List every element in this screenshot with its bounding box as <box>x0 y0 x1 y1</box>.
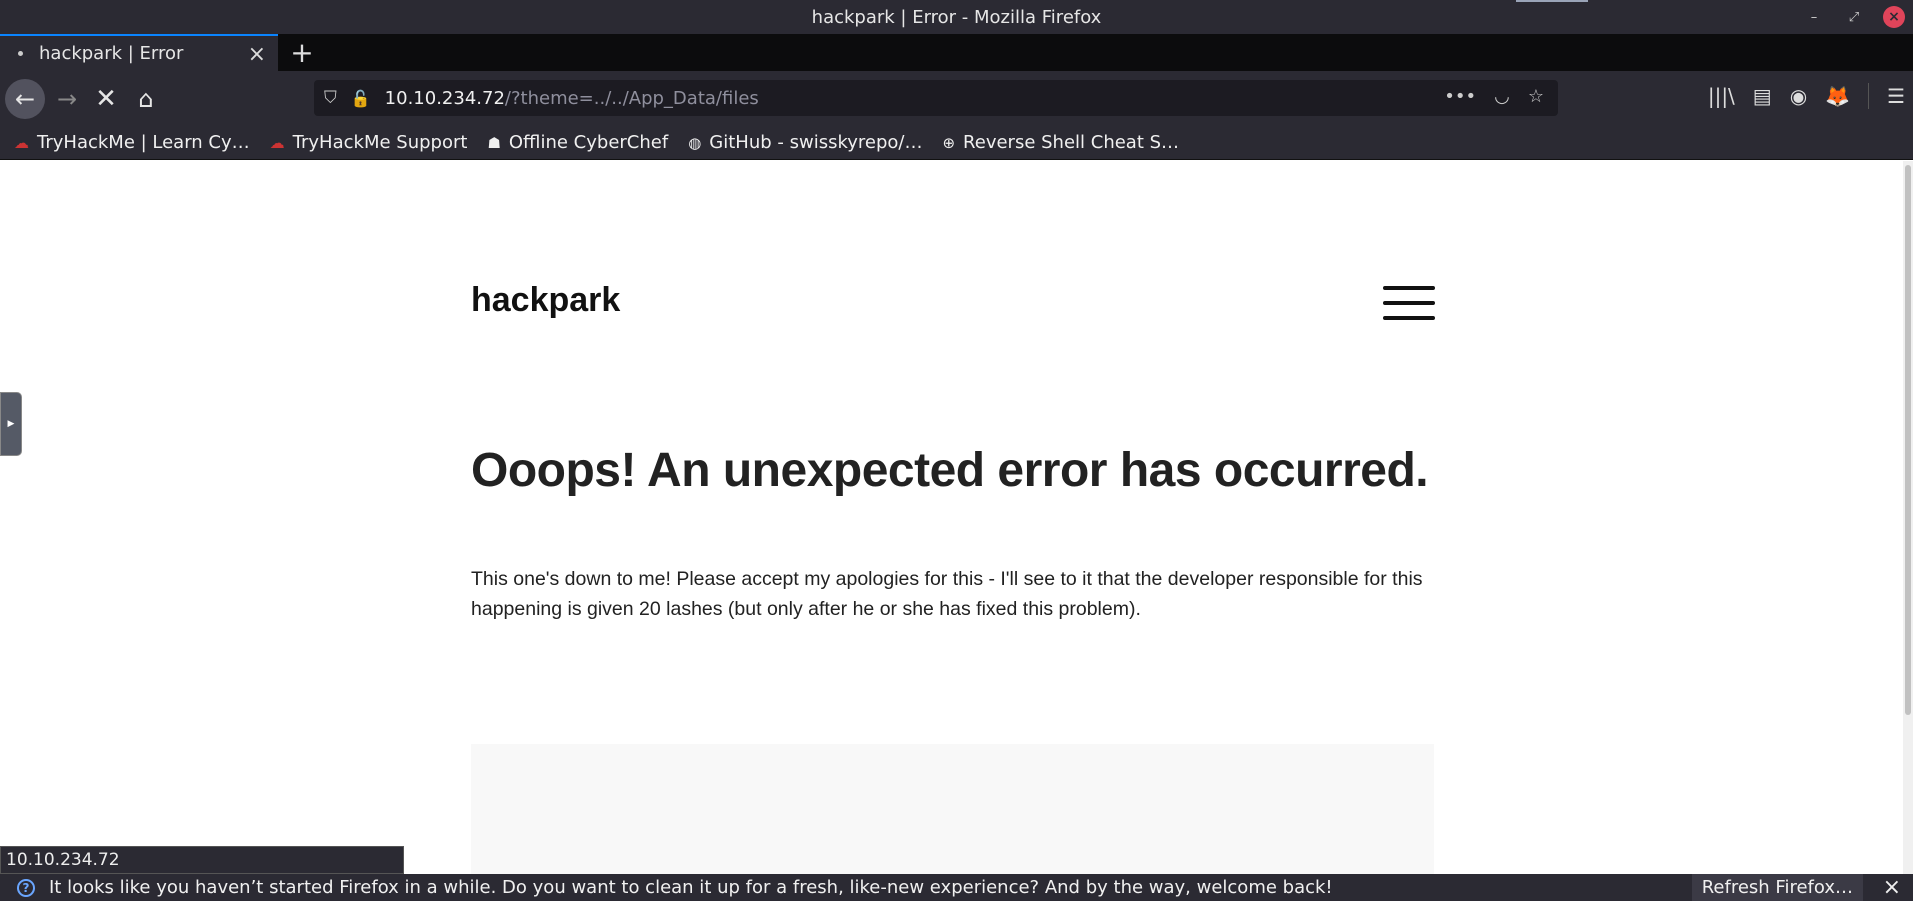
bookmarks-toolbar: ☁ TryHackMe | Learn Cy… ☁ TryHackMe Supp… <box>0 126 1913 160</box>
page-scrollbar[interactable] <box>1903 161 1913 874</box>
status-link-preview: 10.10.234.72 <box>0 846 404 874</box>
titlebar-accent <box>1516 0 1588 2</box>
bookmark-tryhackme-support[interactable]: ☁ TryHackMe Support <box>270 132 468 153</box>
app-menu-icon[interactable]: ☰ <box>1887 84 1905 108</box>
url-path: /?theme=../../App_Data/files <box>504 87 759 109</box>
bookmark-offline-cyberchef[interactable]: ☗ Offline CyberChef <box>487 132 668 153</box>
url-bar[interactable]: ⛉ 🔓 10.10.234.72 /?theme=../../App_Data/… <box>314 80 1558 116</box>
sidebar-icon[interactable]: ▤ <box>1753 84 1772 108</box>
tab-hackpark-error[interactable]: hackpark | Error × <box>0 34 278 71</box>
bookmark-reverse-shell-cheat-sheet[interactable]: ⊕ Reverse Shell Cheat S… <box>942 132 1179 153</box>
stop-button[interactable]: ✕ <box>86 79 126 119</box>
bookmark-github-swisskyrepo[interactable]: ◍ GitHub - swisskyrepo/… <box>688 132 922 153</box>
forward-button[interactable]: → <box>47 79 87 119</box>
github-icon: ◍ <box>688 133 702 152</box>
notification-message: It looks like you haven’t started Firefo… <box>49 877 1333 898</box>
site-title[interactable]: hackpark <box>471 281 620 320</box>
notification-bar: ? It looks like you haven’t started Fire… <box>0 874 1913 901</box>
cloud-icon: ☁ <box>14 133 29 152</box>
page-actions: ••• ◡ ☆ <box>1444 86 1544 107</box>
page-content: hackpark Ooops! An unexpected error has … <box>0 161 1913 874</box>
refresh-firefox-button[interactable]: Refresh Firefox… <box>1691 874 1863 901</box>
cloud-icon: ☁ <box>269 133 285 152</box>
window-title: hackpark | Error - Mozilla Firefox <box>811 6 1102 28</box>
back-button[interactable]: ← <box>5 79 45 119</box>
page-actions-menu-icon[interactable]: ••• <box>1444 86 1476 107</box>
notification-close-icon[interactable]: × <box>1883 875 1901 900</box>
error-message: This one's down to me! Please accept my … <box>471 568 1423 620</box>
tab-strip: hackpark | Error × + <box>0 34 1913 71</box>
tab-loading-dot-icon <box>18 51 23 56</box>
content-panel <box>471 744 1434 874</box>
hamburger-line <box>1383 301 1435 305</box>
minimize-icon[interactable]: – <box>1803 6 1825 28</box>
globe-icon: ⊕ <box>942 133 956 152</box>
toolbar-separator <box>1868 83 1870 109</box>
bookmark-star-icon[interactable]: ☆ <box>1528 86 1544 107</box>
tracking-protection-shield-icon[interactable]: ⛉ <box>324 88 337 108</box>
bookmark-label: TryHackMe Support <box>292 132 468 153</box>
scrollbar-thumb[interactable] <box>1905 165 1911 715</box>
pocket-icon[interactable]: ◡ <box>1494 86 1510 107</box>
window-titlebar: hackpark | Error - Mozilla Firefox – ⤢ × <box>0 0 1913 34</box>
account-icon[interactable]: ◉ <box>1790 84 1807 108</box>
side-panel-handle[interactable]: ▶ <box>0 392 22 456</box>
help-icon: ? <box>17 878 35 897</box>
tab-close-icon[interactable]: × <box>248 42 266 67</box>
toolbar-right: |||\ ▤ ◉ 🦊 ☰ <box>1708 83 1913 109</box>
tab-label: hackpark | Error <box>39 43 184 64</box>
restore-icon[interactable]: ⤢ <box>1843 6 1865 28</box>
navigation-toolbar: ← → ✕ ⌂ ⛉ 🔓 10.10.234.72 /?theme=../../A… <box>0 71 1913 126</box>
window-controls: – ⤢ × <box>1803 6 1905 28</box>
new-tab-icon[interactable]: + <box>288 36 316 69</box>
bookmark-label: GitHub - swisskyrepo/… <box>709 132 923 153</box>
chef-hat-icon: ☗ <box>487 133 501 152</box>
bookmark-label: Reverse Shell Cheat S… <box>963 132 1180 153</box>
error-heading: Ooops! An unexpected error has occurred. <box>471 444 1429 497</box>
bookmark-label: TryHackMe | Learn Cy… <box>37 132 250 153</box>
home-button[interactable]: ⌂ <box>126 79 166 119</box>
extension-icon[interactable]: 🦊 <box>1825 84 1850 108</box>
bookmark-label: Offline CyberChef <box>508 132 669 153</box>
hamburger-menu-icon[interactable] <box>1383 286 1435 320</box>
hamburger-line <box>1383 286 1435 290</box>
window-close-icon[interactable]: × <box>1883 6 1905 28</box>
url-host: 10.10.234.72 <box>384 87 505 109</box>
insecure-connection-icon[interactable]: 🔓 <box>351 89 371 108</box>
bookmark-tryhackme-learn[interactable]: ☁ TryHackMe | Learn Cy… <box>14 132 250 153</box>
hamburger-line <box>1383 316 1435 320</box>
library-icon[interactable]: |||\ <box>1708 84 1735 108</box>
